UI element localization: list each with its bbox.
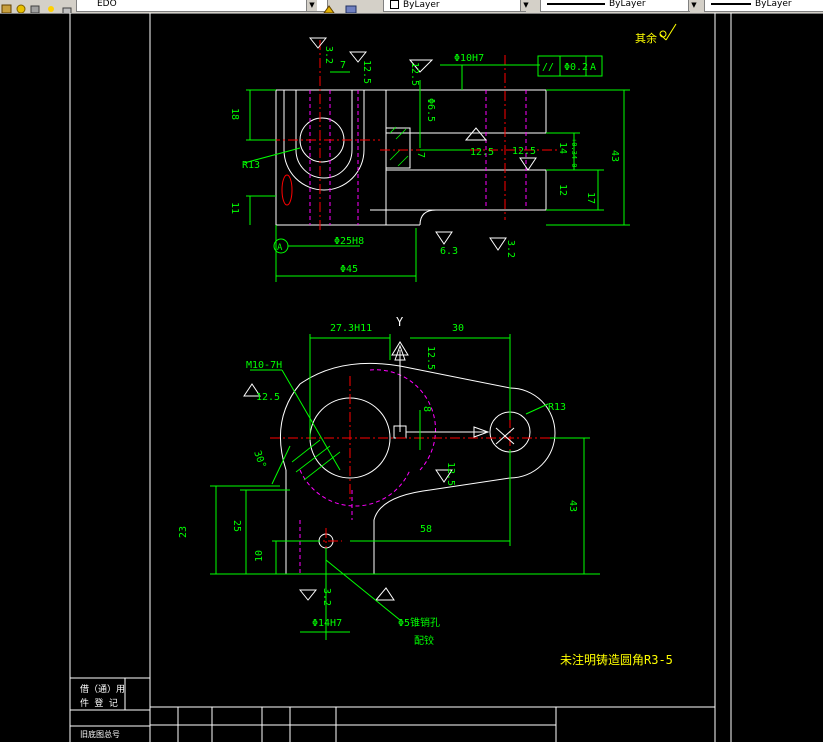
- dim-7: 7: [340, 60, 346, 71]
- dim-25h8: Φ25H8: [334, 236, 364, 247]
- dim-25: 25: [231, 520, 242, 532]
- drawing-canvas[interactable]: 借（通）用 件 登 记 旧底图总号 其余 3.2 7 12.5 12.5 Φ10…: [0, 13, 823, 742]
- dim-27-3: 27.3H11: [330, 323, 372, 334]
- tol-datum: A: [590, 62, 596, 73]
- dim-18: 18: [229, 108, 240, 120]
- dim-3-2-c: 3.2: [321, 588, 332, 606]
- tol-symbol: //: [542, 62, 554, 73]
- thread-label: M10-7H: [246, 360, 282, 371]
- make-current-icon[interactable]: [322, 0, 336, 13]
- dim-r13-front: R13: [242, 160, 260, 171]
- dim-10: 10: [254, 550, 265, 562]
- dim-3-2-top: 3.2: [323, 46, 334, 64]
- layer-dropdown[interactable]: EDO: [76, 0, 328, 12]
- front-view-dim-text: 3.2 7 12.5 12.5 Φ10H7 // Φ0.2 A 18 Φ6.5 …: [229, 46, 620, 275]
- dim-43-top: 43: [567, 500, 578, 512]
- ucs-axes: [394, 344, 515, 445]
- note-pin: Φ5锥销孔: [398, 616, 440, 629]
- dim-43: 43: [609, 150, 620, 162]
- dim-58: 58: [420, 524, 432, 535]
- tol-value: Φ0.2: [564, 62, 588, 73]
- top-view-outline: [280, 362, 556, 575]
- dim-17: 17: [585, 192, 596, 204]
- top-view-centerlines: [270, 376, 560, 560]
- dim-30: 30: [452, 323, 464, 334]
- layer-manager-icon[interactable]: [0, 0, 14, 13]
- datum-a: A: [277, 243, 283, 253]
- dim-14h7: Φ14H7: [312, 618, 342, 629]
- dim-7-small: 7: [415, 152, 426, 158]
- dim-14: 14: [557, 142, 568, 154]
- chevron-down-icon[interactable]: ▼: [520, 0, 531, 11]
- qiyu-label: 其余: [635, 31, 657, 45]
- lock-icon[interactable]: [60, 0, 74, 13]
- title-block-label-3: 旧底图总号: [80, 729, 120, 739]
- hole-ellipse: [281, 174, 293, 206]
- layer-state-icon[interactable]: [14, 0, 28, 13]
- top-view-dim-text: 27.3H11 30 12.5 M10-7H 12.5 R13 8 30° 12…: [178, 323, 578, 647]
- roughness-symbol-icon: [659, 23, 677, 41]
- top-view-dimensions: [210, 334, 600, 640]
- dim-30deg: 30°: [251, 449, 268, 470]
- dim-3-2-b: 3.2: [505, 240, 516, 258]
- fillet-note: 未注明铸造圆角R3-5: [560, 652, 673, 667]
- dim-10h7: Φ10H7: [454, 53, 484, 64]
- dim-12: 12: [557, 184, 568, 196]
- dim-r13-top: R13: [548, 402, 566, 413]
- dim-45: Φ45: [340, 264, 358, 275]
- color-swatch-icon: [390, 0, 399, 9]
- color-value: ByLayer: [403, 0, 440, 10]
- dim-23: 23: [178, 526, 189, 538]
- color-dropdown[interactable]: ByLayer: [383, 0, 526, 12]
- roughness-triangles: [243, 37, 537, 601]
- dim-6-3: 6.3: [440, 246, 458, 257]
- note-pin2: 配铰: [414, 634, 434, 647]
- dim-12-5-a: 12.5: [361, 60, 372, 84]
- dim-12-5-c: 12.5: [470, 147, 494, 158]
- dim-12-5-f: 12.5: [256, 392, 280, 403]
- dim-12-5-d: 12.5: [512, 146, 536, 157]
- dim-12-5-e: 12.5: [425, 346, 436, 370]
- properties-toolbar: EDO ▼ ByLayer ▼ ByLayer ▼ ByLayer: [0, 0, 823, 14]
- layer-previous-icon[interactable]: [28, 0, 42, 13]
- linetype-dropdown[interactable]: ByLayer: [540, 0, 690, 12]
- lineweight-dropdown[interactable]: ByLayer: [704, 0, 823, 12]
- sun-icon[interactable]: [44, 0, 58, 12]
- layer-name: EDO: [97, 0, 117, 9]
- dim-12-5-g: 12.5: [445, 462, 456, 486]
- linetype-value: ByLayer: [609, 0, 646, 9]
- dim-11: 11: [229, 202, 240, 214]
- top-view-hidden: [299, 369, 437, 574]
- dim-phi6-5: Φ6.5: [425, 98, 436, 122]
- lineweight-value: ByLayer: [755, 0, 792, 9]
- dim-8: 8: [421, 406, 432, 412]
- chevron-down-icon[interactable]: ▼: [306, 0, 317, 11]
- dim-0-34: +0.34 0: [570, 138, 578, 168]
- axis-y-label: Y: [396, 315, 404, 329]
- chevron-down-icon[interactable]: ▼: [688, 0, 699, 11]
- title-block-label-1: 借（通）用: [80, 683, 125, 695]
- title-block-label-2: 件 登 记: [80, 697, 118, 709]
- layer-stack-icon[interactable]: [344, 0, 358, 13]
- dim-12-5-b: 12.5: [409, 62, 420, 86]
